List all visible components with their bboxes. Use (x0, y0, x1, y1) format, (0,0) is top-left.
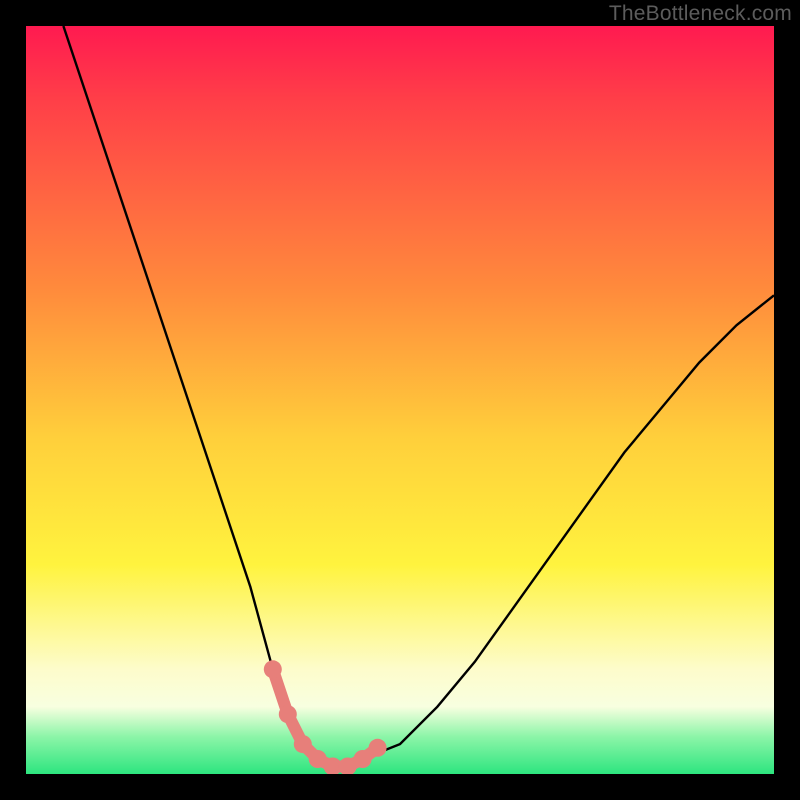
plot-area (26, 26, 774, 774)
min-highlight-dot (279, 705, 297, 723)
watermark-text: TheBottleneck.com (609, 2, 792, 26)
min-highlight-dot (369, 739, 387, 757)
min-highlight-dot (264, 660, 282, 678)
min-highlight-dots (264, 660, 387, 774)
plot-svg (26, 26, 774, 774)
min-highlight-dot (294, 735, 312, 753)
bottleneck-curve (63, 26, 774, 767)
chart-frame: TheBottleneck.com (0, 0, 800, 800)
min-highlight-dot (354, 750, 372, 768)
